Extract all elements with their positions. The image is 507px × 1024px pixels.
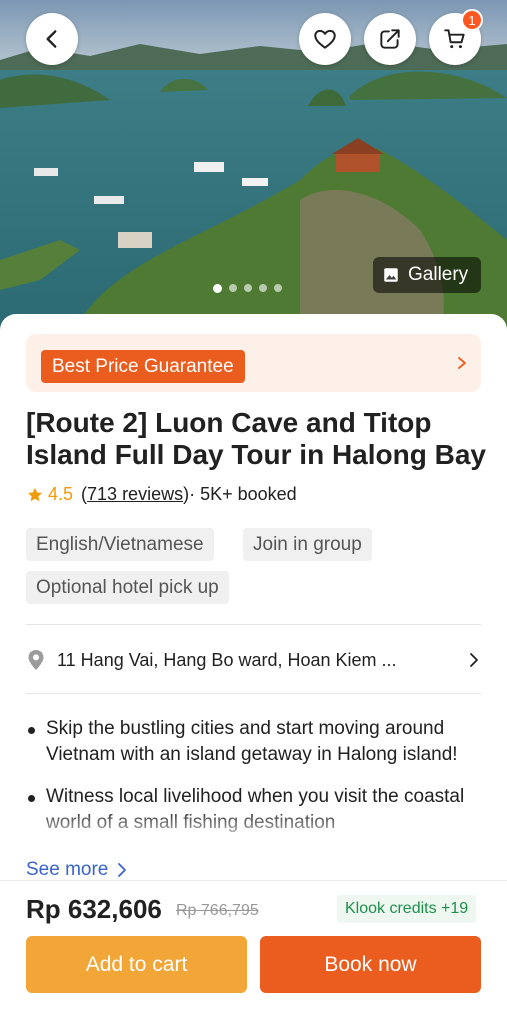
reviews-link[interactable]: 713 reviews	[87, 484, 183, 505]
text-fade-overlay	[26, 808, 486, 844]
tour-type-chip: Join in group	[243, 528, 372, 561]
chevron-right-icon	[118, 863, 127, 877]
chevron-right-icon	[470, 653, 478, 667]
location-row[interactable]: 11 Hang Vai, Hang Bo ward, Hoan Kiem ...	[26, 648, 481, 672]
pickup-chip: Optional hotel pick up	[26, 571, 229, 604]
rating-value: 4.5	[48, 484, 74, 504]
location-pin-icon	[28, 650, 44, 670]
cart-count-badge: 1	[461, 9, 483, 31]
best-price-badge: Best Price Guarantee	[41, 350, 245, 383]
chevron-right-icon	[458, 357, 466, 369]
klook-credits-badge: Klook credits +19	[337, 895, 477, 923]
gallery-button[interactable]: Gallery	[373, 257, 481, 293]
carousel-dot	[244, 284, 252, 292]
rating-row: 4.5 ( 713 reviews ) · 5K+ booked	[26, 484, 297, 505]
chevron-left-icon	[46, 30, 57, 48]
carousel-dot	[213, 284, 222, 293]
share-button[interactable]	[364, 13, 416, 65]
location-address: 11 Hang Vai, Hang Bo ward, Hoan Kiem ...	[57, 649, 397, 670]
best-price-banner[interactable]: Best Price Guarantee	[26, 334, 481, 392]
back-button[interactable]	[26, 13, 78, 65]
carousel-dot	[229, 284, 237, 292]
booking-bar: Rp 632,606 Rp 766,795 Klook credits +19 …	[0, 880, 507, 1024]
see-more-label: See more	[26, 859, 109, 880]
see-more-link[interactable]: See more	[26, 859, 128, 881]
carousel-dot	[274, 284, 282, 292]
add-to-cart-button[interactable]: Add to cart	[26, 936, 247, 993]
highlights-list: Skip the bustling cities and start movin…	[26, 716, 486, 844]
wishlist-button[interactable]	[299, 13, 351, 65]
carousel-indicator	[213, 284, 282, 293]
star-icon	[27, 487, 43, 501]
original-price: Rp 766,795	[176, 902, 259, 919]
current-price: Rp 632,606	[26, 894, 162, 924]
gallery-label: Gallery	[408, 264, 469, 285]
product-title: [Route 2] Luon Cave and Titop Island Ful…	[26, 407, 486, 470]
divider	[26, 624, 481, 625]
booked-count: · 5K+ booked	[189, 484, 297, 504]
cart-button[interactable]: 1	[429, 9, 483, 65]
carousel-dot	[259, 284, 267, 292]
hero-gallery[interactable]: 1 Gallery	[0, 0, 507, 330]
heart-icon	[314, 29, 336, 49]
highlight-item: Skip the bustling cities and start movin…	[26, 716, 486, 768]
image-icon	[384, 268, 398, 282]
divider	[26, 693, 481, 694]
book-now-button[interactable]: Book now	[260, 936, 481, 993]
language-chip: English/Vietnamese	[26, 528, 214, 561]
shopping-cart-icon	[444, 29, 465, 49]
share-icon	[380, 29, 400, 49]
